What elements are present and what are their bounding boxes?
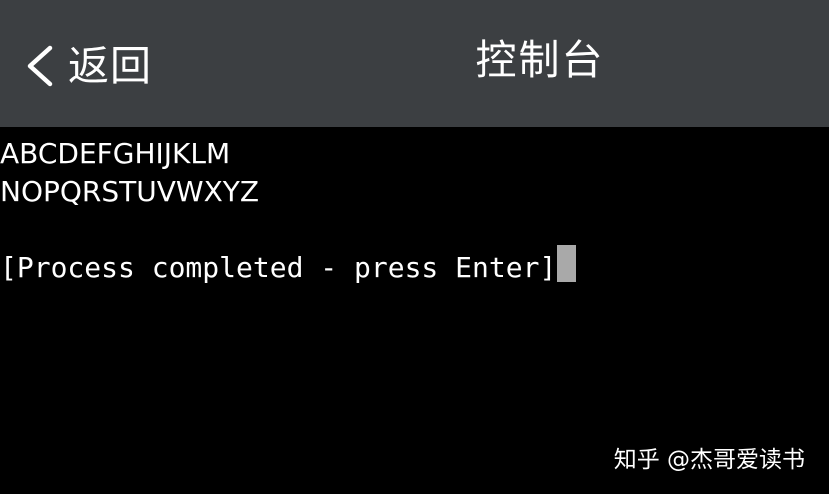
process-completed-message: [Process completed - press Enter] — [0, 251, 557, 284]
terminal-line: ABCDEFGHIJKLM — [0, 137, 231, 170]
terminal-output[interactable]: ABCDEFGHIJKLM NOPQRSTUVWXYZ [Process com… — [0, 135, 829, 287]
terminal-line: NOPQRSTUVWXYZ — [0, 175, 260, 208]
terminal-prompt-line: [Process completed - press Enter] — [0, 245, 829, 287]
page-title: 控制台 — [475, 36, 605, 84]
terminal-screen: 返回 控制台 ABCDEFGHIJKLM NOPQRSTUVWXYZ [Proc… — [0, 0, 829, 494]
app-header: 返回 控制台 — [0, 0, 829, 127]
text-cursor — [557, 245, 577, 282]
watermark: 知乎 @杰哥爱读书 — [613, 447, 805, 473]
